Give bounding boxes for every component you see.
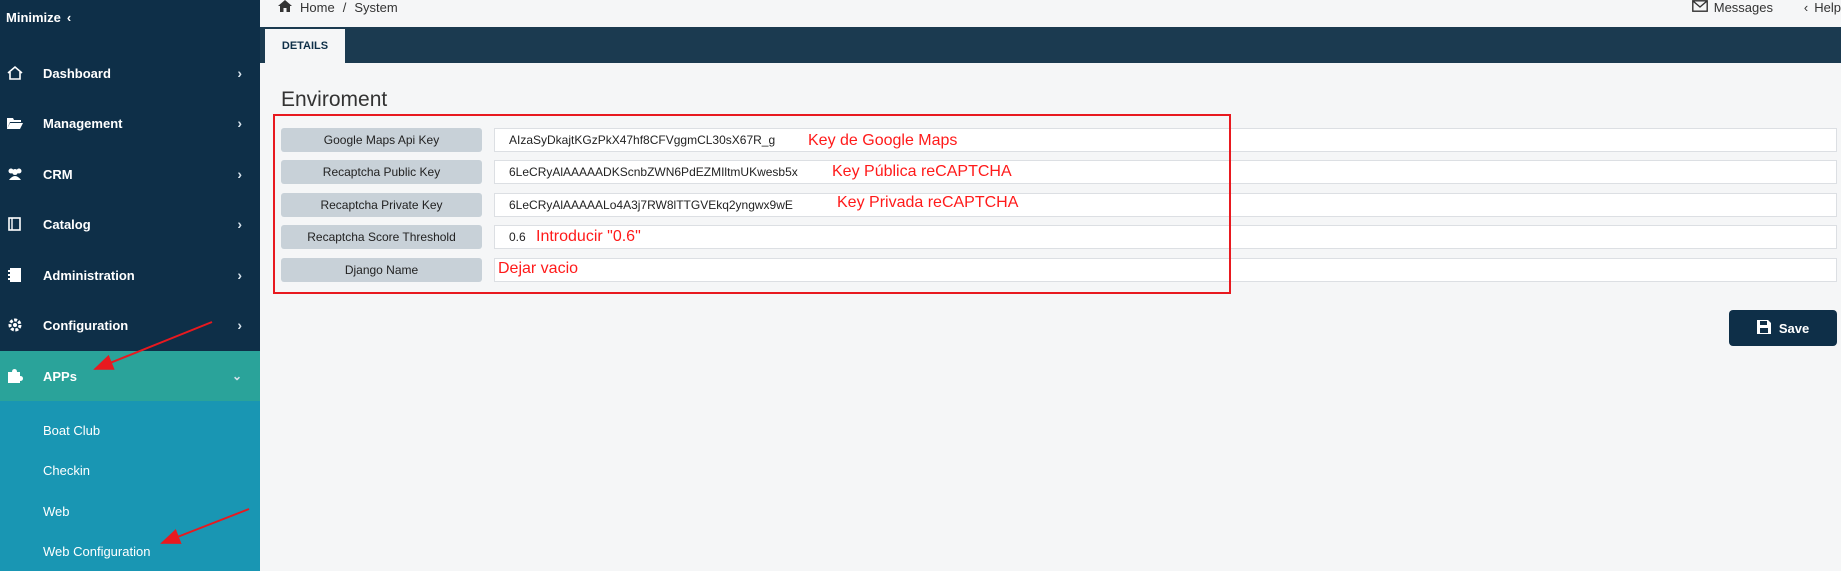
help-label: Help bbox=[1814, 0, 1841, 15]
sidebar-item-label: Management bbox=[43, 115, 123, 131]
puzzle-icon bbox=[6, 367, 24, 385]
tab-bar: DETAILS bbox=[260, 27, 1841, 63]
annotation-highlight-box bbox=[273, 114, 1231, 294]
sidebar-subitem-boat-club[interactable]: Boat Club bbox=[43, 423, 100, 438]
chevron-down-icon: ⌄ bbox=[231, 369, 242, 383]
users-icon bbox=[6, 165, 24, 183]
minimize-label: Minimize bbox=[6, 10, 61, 25]
sidebar: Minimize ‹ Dashboard › Management › CRM … bbox=[0, 0, 260, 571]
sidebar-item-dashboard[interactable]: Dashboard › bbox=[0, 48, 260, 98]
chevron-right-icon: › bbox=[237, 216, 242, 232]
chevron-left-icon: ‹ bbox=[1803, 0, 1809, 15]
chevron-left-icon: ‹ bbox=[66, 10, 72, 25]
help-link[interactable]: ‹ Help bbox=[1804, 0, 1841, 15]
home-icon[interactable] bbox=[278, 0, 292, 15]
breadcrumb: Home / System bbox=[278, 0, 398, 15]
chevron-right-icon: › bbox=[237, 267, 242, 283]
chevron-right-icon: › bbox=[237, 115, 242, 131]
sidebar-item-label: APPs bbox=[43, 368, 77, 384]
section-title: Enviroment bbox=[281, 88, 388, 111]
sidebar-item-administration[interactable]: Administration › bbox=[0, 250, 260, 300]
apps-submenu: Boat Club Checkin Web Web Configuration bbox=[0, 401, 260, 571]
save-label: Save bbox=[1778, 320, 1810, 336]
sidebar-item-label: Administration bbox=[43, 267, 135, 283]
messages-link[interactable]: Messages bbox=[1691, 0, 1773, 15]
notebook-icon bbox=[6, 266, 24, 284]
top-bar: Home / System Messages ‹ Help bbox=[260, 0, 1841, 25]
chevron-right-icon: › bbox=[237, 317, 242, 333]
minimize-toggle[interactable]: Minimize ‹ bbox=[6, 10, 71, 25]
breadcrumb-home[interactable]: Home bbox=[300, 0, 335, 15]
sidebar-item-management[interactable]: Management › bbox=[0, 98, 260, 148]
sidebar-item-label: Catalog bbox=[43, 216, 91, 232]
chevron-right-icon: › bbox=[237, 65, 242, 81]
sidebar-subitem-web-configuration[interactable]: Web Configuration bbox=[43, 544, 150, 559]
sidebar-item-label: Configuration bbox=[43, 317, 129, 333]
sidebar-item-label: Dashboard bbox=[43, 65, 111, 81]
sidebar-item-apps[interactable]: APPs ⌄ bbox=[0, 351, 260, 401]
messages-label: Messages bbox=[1713, 0, 1773, 15]
breadcrumb-current: System bbox=[354, 0, 398, 15]
book-icon bbox=[6, 215, 24, 233]
sidebar-subitem-web[interactable]: Web bbox=[43, 504, 70, 519]
floppy-disk-icon bbox=[1756, 319, 1771, 337]
sidebar-item-catalog[interactable]: Catalog › bbox=[0, 199, 260, 249]
tab-details[interactable]: DETAILS bbox=[265, 29, 345, 63]
sidebar-subitem-checkin[interactable]: Checkin bbox=[43, 463, 90, 478]
save-button[interactable]: Save bbox=[1729, 310, 1837, 346]
envelope-icon bbox=[1691, 0, 1708, 15]
sidebar-item-configuration[interactable]: Configuration › bbox=[0, 300, 260, 350]
home-icon bbox=[6, 64, 24, 82]
folder-open-icon bbox=[6, 114, 24, 132]
chevron-right-icon: › bbox=[237, 166, 242, 182]
gear-icon bbox=[6, 316, 24, 334]
sidebar-item-label: CRM bbox=[43, 166, 73, 182]
sidebar-item-crm[interactable]: CRM › bbox=[0, 149, 260, 199]
breadcrumb-separator: / bbox=[342, 0, 347, 15]
